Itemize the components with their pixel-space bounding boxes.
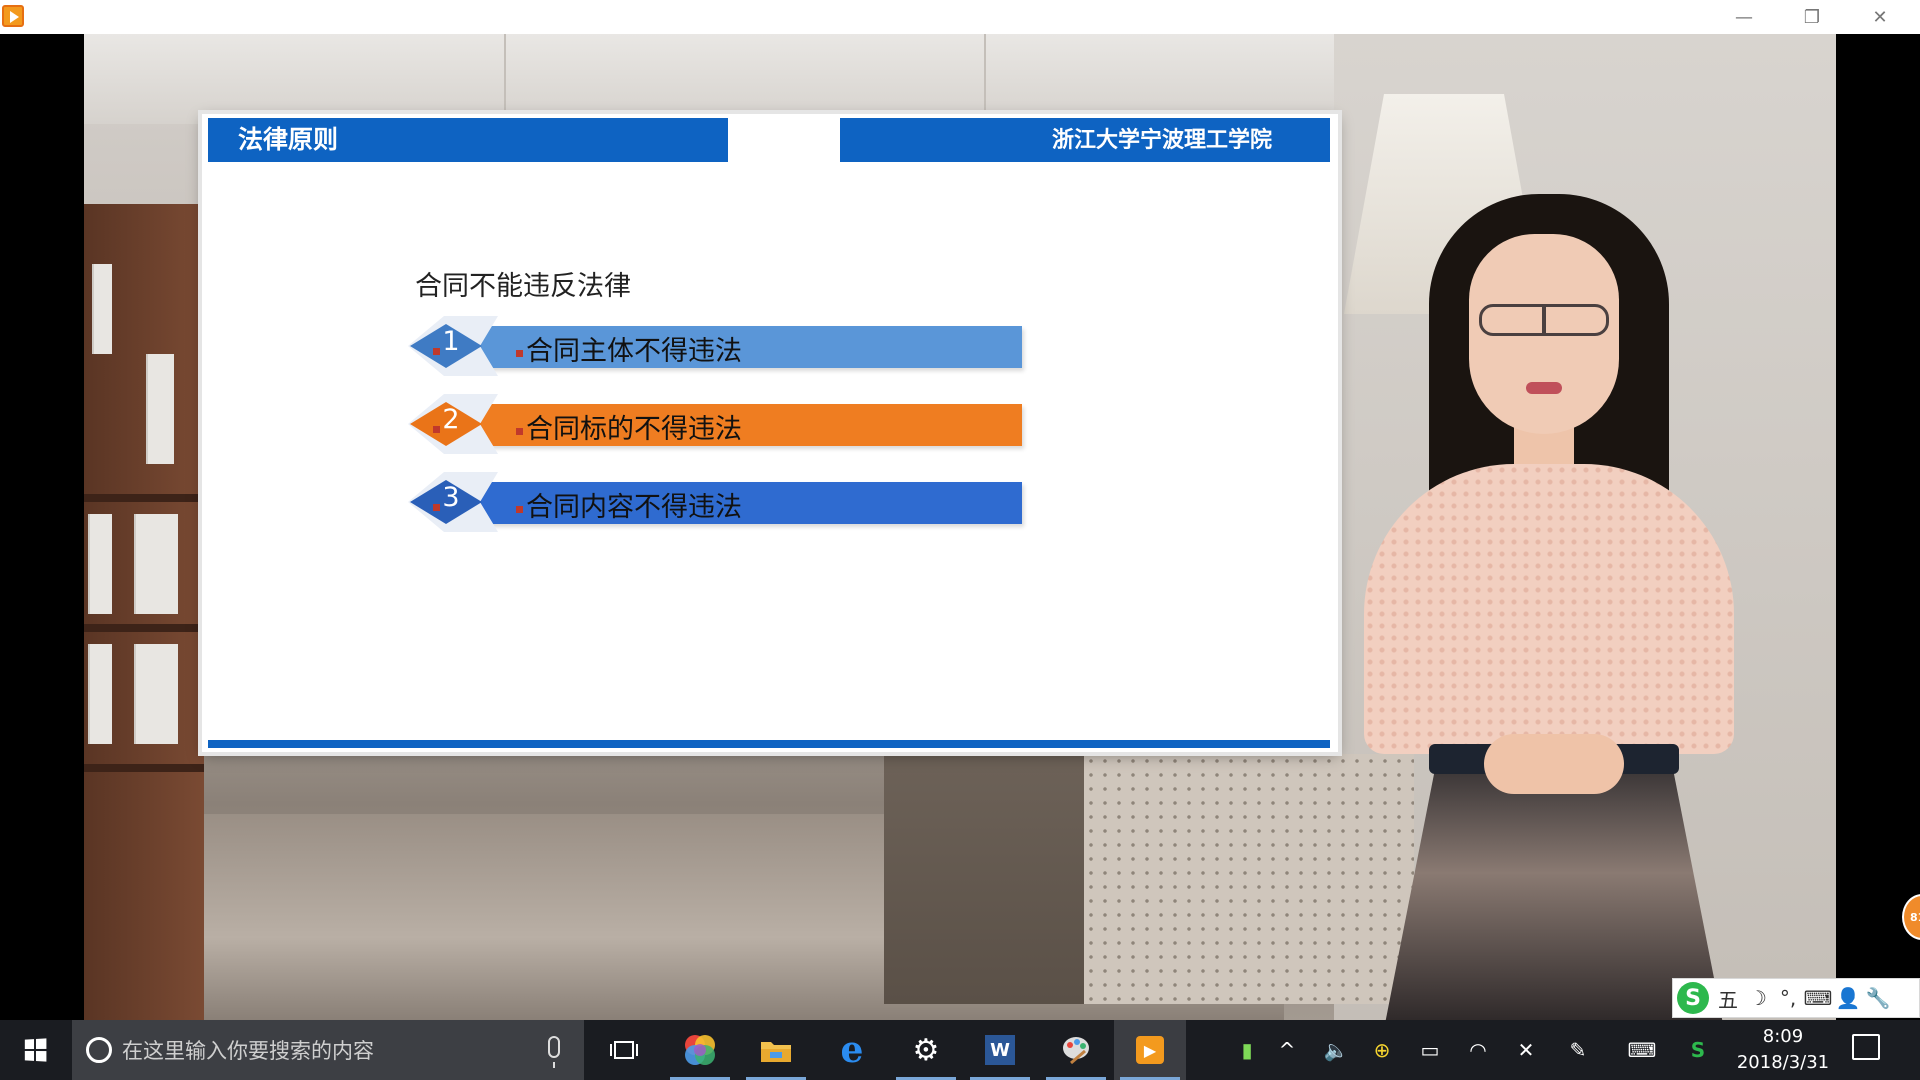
word-button[interactable]: W (964, 1020, 1036, 1080)
item-label: 合同主体不得违法 (526, 336, 742, 367)
sogou-logo-icon[interactable]: S (1673, 978, 1713, 1018)
media-player-icon: ▶ (1136, 1036, 1164, 1064)
punctuation-icon[interactable]: °, (1773, 978, 1803, 1018)
shelf (84, 494, 204, 502)
battery-icon[interactable]: ▭ (1412, 1020, 1448, 1080)
floating-badge[interactable]: 81 (1902, 894, 1920, 940)
task-view-button[interactable] (588, 1020, 660, 1080)
app-icon (2, 5, 24, 27)
edge-browser-button[interactable]: e (816, 1020, 888, 1080)
gear-icon: ⚙ (912, 1032, 940, 1068)
edge-icon: e (840, 1029, 864, 1071)
slide-item-1: 1 合同主体不得违法 (408, 316, 1028, 376)
presenter-hands (1484, 734, 1624, 794)
slide-item-3: 3 合同内容不得违法 (408, 472, 1028, 532)
ceiling-seam (984, 34, 986, 124)
task-view-icon (610, 1041, 638, 1059)
bullet-icon (516, 350, 523, 357)
presenter-lips (1526, 382, 1562, 394)
volume-muted-icon[interactable]: ✕ (1508, 1020, 1544, 1080)
system-clock[interactable]: 8:09 2018/3/31 (1722, 1024, 1844, 1076)
book (88, 644, 112, 744)
folder-icon (761, 1042, 791, 1062)
presenter-glasses (1479, 304, 1609, 336)
item-label: 合同标的不得违法 (526, 414, 742, 445)
speaker-app-icon[interactable]: 🔈 (1318, 1020, 1354, 1080)
book (134, 644, 178, 744)
slide-header-left: 法律原则 (208, 118, 728, 162)
keyboard-icon[interactable]: ⌨ (1803, 978, 1833, 1018)
action-center-icon[interactable] (1852, 1034, 1880, 1060)
moon-icon[interactable]: ☽ (1743, 978, 1773, 1018)
start-button[interactable] (0, 1020, 70, 1080)
battery-charging-icon[interactable]: ▮ (1232, 1020, 1262, 1080)
wifi-icon[interactable]: ◠ (1460, 1020, 1496, 1080)
bullet-icon (516, 428, 523, 435)
item-number: 1 (442, 326, 460, 357)
media-player-button[interactable]: ▶ (1114, 1020, 1186, 1080)
slide-item-2: 2 合同标的不得违法 (408, 394, 1028, 454)
taskbar-search[interactable]: 在这里输入你要搜索的内容 (72, 1020, 584, 1080)
word-icon: W (985, 1035, 1015, 1065)
slide-heading: 合同不能违反法律 (415, 271, 631, 302)
restore-button[interactable]: ❐ (1778, 0, 1846, 34)
book (134, 514, 178, 614)
slide-title: 法律原则 (238, 125, 339, 154)
file-explorer-button[interactable] (740, 1020, 812, 1080)
microphone-icon[interactable] (548, 1036, 560, 1068)
pen-icon[interactable]: ✎ (1560, 1020, 1596, 1080)
settings-button[interactable]: ⚙ (890, 1020, 962, 1080)
bullet-icon (516, 506, 523, 513)
plus-circle-icon[interactable]: ⊕ (1364, 1020, 1400, 1080)
ime-mode-button[interactable]: 五 (1713, 978, 1743, 1018)
touch-keyboard-icon[interactable]: ⌨ (1620, 1020, 1664, 1080)
close-button[interactable]: ✕ (1846, 0, 1914, 34)
window-titlebar: — ❐ ✕ (0, 0, 1920, 34)
shelf (84, 624, 204, 632)
presenter (1334, 194, 1774, 1020)
presentation-slide: 法律原则 浙江大学宁波理工学院 合同不能违反法律 1 合同主体不得违法 2 合同… (202, 114, 1338, 752)
shelf (84, 764, 204, 772)
chevron-up-icon[interactable]: ^ (1272, 1020, 1302, 1080)
bookshelf (84, 204, 204, 1020)
book (146, 354, 174, 464)
book (88, 514, 112, 614)
taskbar: 在这里输入你要搜索的内容 e ⚙ W ▶ ▮ ^ 🔈 ⊕ ▭ ◠ ✕ ✎ ⌨ S… (0, 1020, 1920, 1080)
school-name: 浙江大学宁波理工学院 (1051, 128, 1272, 153)
minimize-button[interactable]: — (1710, 0, 1778, 34)
windows-icon (24, 1038, 47, 1062)
cortana-icon (86, 1037, 112, 1063)
sogou-ime-icon[interactable]: S (1680, 1020, 1716, 1080)
slide-footer-bar (208, 740, 1330, 748)
photos-icon (685, 1035, 715, 1065)
video-frame[interactable]: 法律原则 浙江大学宁波理工学院 合同不能违反法律 1 合同主体不得违法 2 合同… (84, 34, 1836, 1020)
presenter-blouse (1364, 464, 1734, 754)
photos-app-button[interactable] (664, 1020, 736, 1080)
ime-logo: S (1677, 982, 1709, 1014)
ceiling-seam (504, 34, 506, 124)
slide-header-right: 浙江大学宁波理工学院 (840, 118, 1330, 162)
wrench-icon[interactable]: 🔧 (1863, 978, 1893, 1018)
item-label: 合同内容不得违法 (526, 492, 742, 523)
user-icon[interactable]: 👤 (1833, 978, 1863, 1018)
paint-button[interactable] (1040, 1020, 1112, 1080)
ime-toolbar[interactable]: S 五 ☽ °, ⌨ 👤 🔧 (1672, 978, 1920, 1018)
item-number: 3 (442, 482, 460, 513)
search-placeholder: 在这里输入你要搜索的内容 (122, 1039, 374, 1063)
book (92, 264, 112, 354)
item-number: 2 (442, 404, 460, 435)
clock-date: 2018/3/31 (1736, 1052, 1830, 1073)
clock-time: 8:09 (1762, 1026, 1804, 1047)
paint-icon (1063, 1037, 1089, 1065)
